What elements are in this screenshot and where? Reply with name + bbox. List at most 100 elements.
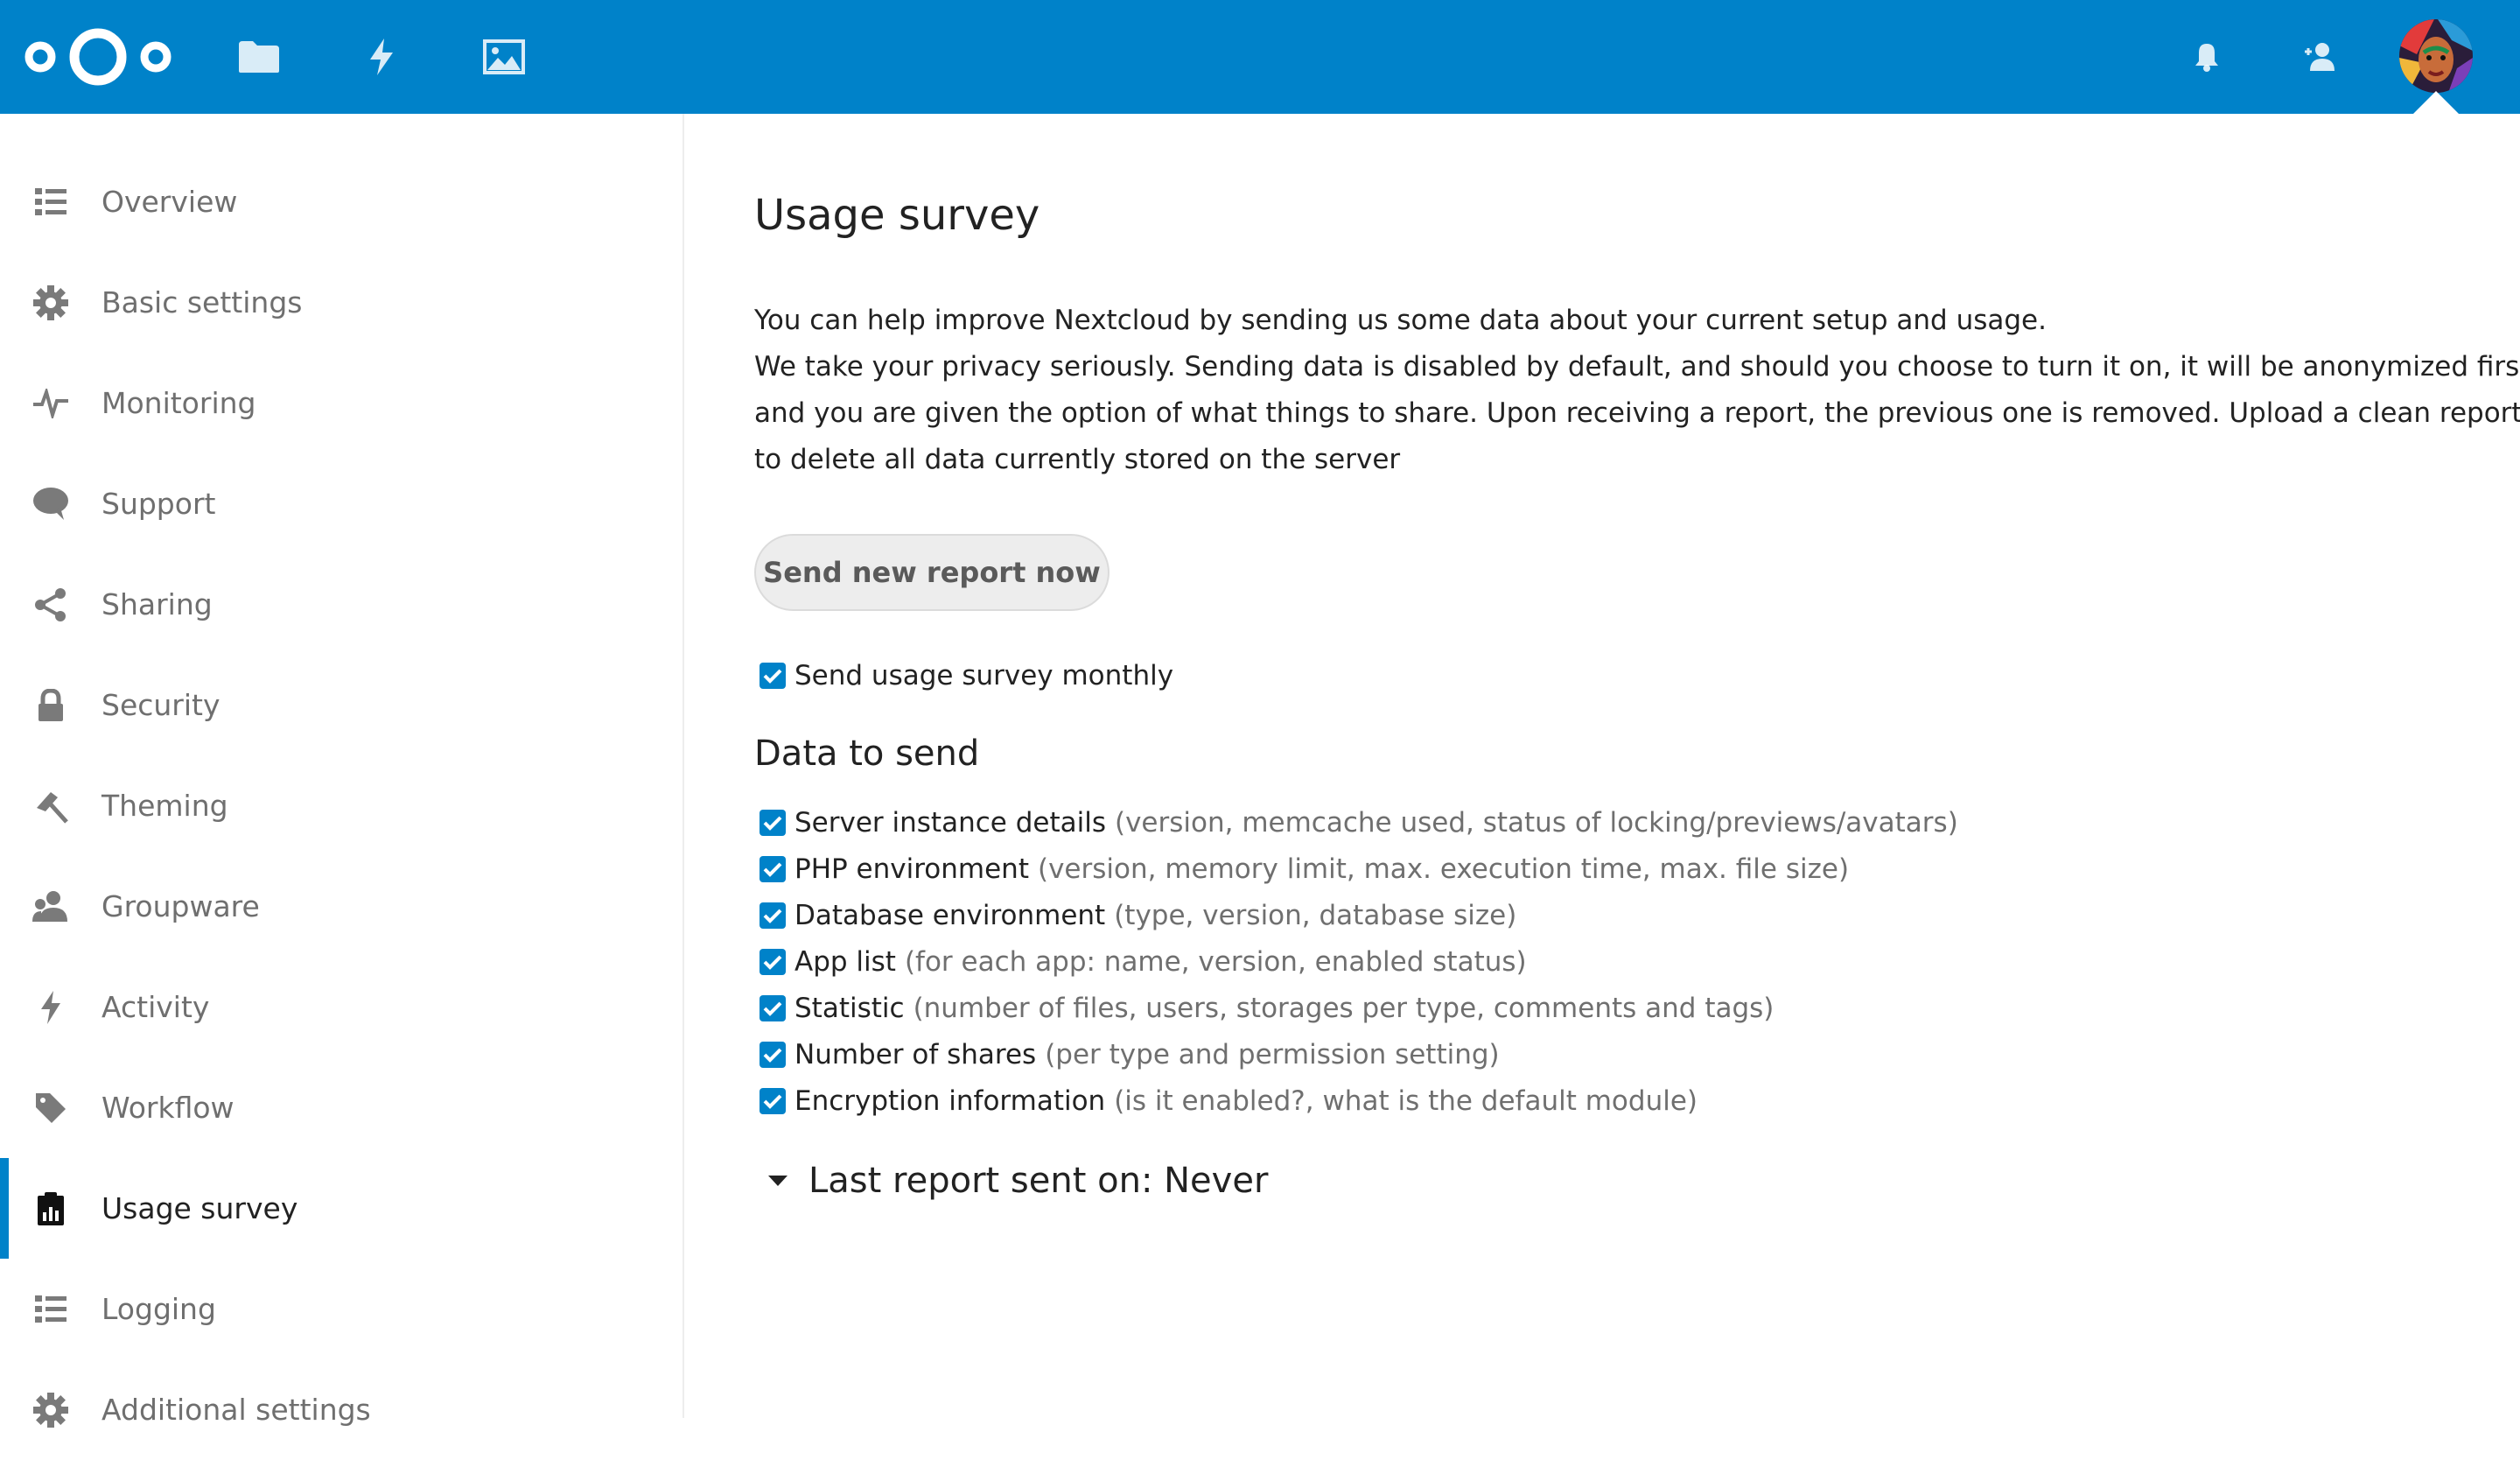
data-item-php-environment[interactable]: PHP environment (version, memory limit, …: [760, 853, 1849, 885]
sidebar-item-label: Theming: [102, 789, 228, 823]
sidebar-item-activity[interactable]: Activity: [0, 957, 682, 1057]
last-report-text: Last report sent on: Never: [808, 1161, 1269, 1201]
checkmark-icon: [763, 816, 782, 831]
triangle-down-icon: [768, 1176, 788, 1186]
data-item-description: (version, memcache used, status of locki…: [1114, 807, 1958, 839]
data-item-description: (type, version, database size): [1114, 900, 1517, 931]
checkmark-icon: [763, 669, 782, 684]
data-item-server-instance[interactable]: Server instance details (version, memcac…: [760, 807, 1958, 839]
gallery-app-button[interactable]: [476, 29, 532, 85]
sidebar-item-usage-survey[interactable]: Usage survey: [0, 1158, 682, 1259]
tag-icon: [32, 1089, 70, 1127]
menu-pointer: [2413, 91, 2459, 114]
sidebar-item-basic-settings[interactable]: Basic settings: [0, 252, 682, 353]
main-content: Usage survey You can help improve Nextcl…: [754, 114, 2520, 1418]
folder-icon: [239, 41, 279, 73]
send-report-button[interactable]: Send new report now: [754, 534, 1110, 611]
data-item-description: (number of files, users, storages per ty…: [913, 993, 1774, 1024]
intro-line: to delete all data currently stored on t…: [754, 444, 1401, 475]
sidebar-item-label: Usage survey: [102, 1191, 298, 1225]
page-title: Usage survey: [754, 191, 1040, 240]
nextcloud-logo-icon[interactable]: [24, 21, 172, 93]
sidebar-item-support[interactable]: Support: [0, 453, 682, 554]
data-item-label: Server instance details: [794, 807, 1106, 839]
sidebar-item-monitoring[interactable]: Monitoring: [0, 353, 682, 453]
sidebar-item-label: Monitoring: [102, 386, 256, 420]
data-item-checkbox[interactable]: [760, 1088, 786, 1114]
notifications-button[interactable]: [2179, 29, 2235, 85]
gear-icon: [32, 1391, 70, 1429]
sidebar-item-label: Overview: [102, 185, 238, 219]
checkmark-icon: [763, 862, 782, 877]
avatar-image: [2399, 19, 2473, 93]
sidebar-item-label: Groupware: [102, 889, 260, 923]
data-item-checkbox[interactable]: [760, 810, 786, 836]
sidebar-item-label: Additional settings: [102, 1393, 371, 1427]
monthly-survey-checkbox[interactable]: [760, 663, 786, 689]
checkmark-icon: [763, 955, 782, 970]
data-item-label: Database environment: [794, 900, 1106, 931]
files-app-button[interactable]: [231, 29, 287, 85]
intro-line: You can help improve Nextcloud by sendin…: [754, 305, 2047, 336]
data-item-description: (version, memory limit, max. execution t…: [1037, 853, 1850, 885]
brush-icon: [32, 787, 70, 825]
sidebar-item-label: Activity: [102, 990, 210, 1024]
data-item-checkbox[interactable]: [760, 856, 786, 882]
data-item-label: Encryption information: [794, 1085, 1106, 1117]
sidebar-item-workflow[interactable]: Workflow: [0, 1057, 682, 1158]
data-item-label: App list: [794, 946, 896, 978]
data-item-checkbox[interactable]: [760, 1042, 786, 1068]
lightning-icon: [32, 988, 70, 1027]
sidebar-item-additional-settings[interactable]: Additional settings: [0, 1359, 682, 1460]
monthly-survey-option[interactable]: Send usage survey monthly: [760, 660, 1173, 691]
sidebar-item-security[interactable]: Security: [0, 655, 682, 755]
data-item-number-of-shares[interactable]: Number of shares (per type and permissio…: [760, 1039, 1500, 1070]
data-item-label: Number of shares: [794, 1039, 1037, 1070]
sidebar-item-logging[interactable]: Logging: [0, 1259, 682, 1359]
top-header: [0, 0, 2520, 114]
data-item-description: (is it enabled?, what is the default mod…: [1114, 1085, 1698, 1117]
speech-bubble-icon: [32, 485, 70, 523]
lock-icon: [32, 686, 70, 725]
data-item-database-environment[interactable]: Database environment (type, version, dat…: [760, 900, 1516, 931]
sidebar-item-label: Logging: [102, 1292, 216, 1326]
data-item-app-list[interactable]: App list (for each app: name, version, e…: [760, 946, 1527, 978]
list-icon: [32, 183, 70, 221]
data-item-statistic[interactable]: Statistic (number of files, users, stora…: [760, 993, 1774, 1024]
contacts-icon: [2305, 43, 2334, 71]
data-item-checkbox[interactable]: [760, 902, 786, 929]
sidebar-item-sharing[interactable]: Sharing: [0, 554, 682, 655]
data-item-encryption-information[interactable]: Encryption information (is it enabled?, …: [760, 1085, 1698, 1117]
clipboard-chart-icon: [32, 1190, 70, 1228]
activity-app-button[interactable]: [354, 29, 410, 85]
checkmark-icon: [763, 909, 782, 923]
sidebar-item-overview[interactable]: Overview: [0, 151, 682, 252]
contacts-menu-button[interactable]: [2292, 29, 2348, 85]
data-item-description: (for each app: name, version, enabled st…: [904, 946, 1527, 978]
group-icon: [32, 888, 70, 926]
sidebar-item-theming[interactable]: Theming: [0, 755, 682, 856]
data-item-description: (per type and permission setting): [1045, 1039, 1500, 1070]
user-avatar[interactable]: [2399, 19, 2473, 93]
sidebar-item-label: Basic settings: [102, 285, 303, 319]
last-report-toggle[interactable]: Last report sent on: Never: [760, 1161, 1268, 1201]
pulse-icon: [32, 384, 70, 423]
list-icon: [32, 1290, 70, 1329]
image-icon: [483, 39, 525, 74]
intro-line: and you are given the option of what thi…: [754, 397, 2520, 429]
sidebar-item-label: Workflow: [102, 1091, 234, 1125]
data-item-checkbox[interactable]: [760, 995, 786, 1021]
data-item-label: Statistic: [794, 993, 905, 1024]
sidebar-item-groupware[interactable]: Groupware: [0, 856, 682, 957]
sidebar-item-label: Support: [102, 487, 216, 521]
share-icon: [32, 586, 70, 624]
checkmark-icon: [763, 1048, 782, 1063]
data-item-label: PHP environment: [794, 853, 1029, 885]
checkmark-icon: [763, 1094, 782, 1109]
data-item-checkbox[interactable]: [760, 949, 786, 975]
gear-icon: [32, 284, 70, 322]
sidebar-item-label: Security: [102, 688, 220, 722]
data-to-send-heading: Data to send: [754, 734, 980, 774]
sidebar-item-label: Sharing: [102, 587, 213, 621]
checkmark-icon: [763, 1001, 782, 1016]
